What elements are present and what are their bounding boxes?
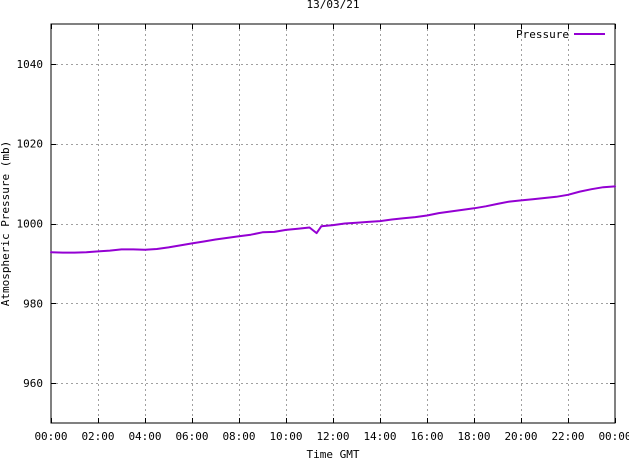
x-tick-label: 06:00 [175, 430, 208, 443]
x-tick-label: 04:00 [128, 430, 161, 443]
x-tick-label: 22:00 [551, 430, 584, 443]
y-tick-label: 960 [23, 377, 43, 390]
x-tick-label: 18:00 [457, 430, 490, 443]
legend-label: Pressure [516, 28, 569, 41]
y-tick-label: 1000 [17, 218, 44, 231]
pressure-chart: 00:00 02:00 04:00 06:00 08:00 10:00 12:00 14:00… [0, 0, 629, 459]
x-tick-label: 10:00 [269, 430, 302, 443]
legend: Pressure [516, 28, 605, 41]
x-tick-label: 16:00 [410, 430, 443, 443]
y-tick-label: 1040 [17, 58, 44, 71]
x-tick-label: 20:00 [504, 430, 537, 443]
x-axis-label: Time GMT [307, 448, 360, 459]
x-tick-label: 14:00 [363, 430, 396, 443]
x-tick-label: 12:00 [316, 430, 349, 443]
chart-title: 13/03/21 [307, 0, 360, 11]
x-tick-label: 02:00 [81, 430, 114, 443]
plot-frame [51, 24, 615, 423]
y-tick-label: 980 [23, 297, 43, 310]
x-tick-label: 00:00 [34, 430, 67, 443]
y-tick-label: 1020 [17, 138, 44, 151]
grid [51, 24, 615, 423]
axis-ticks: 00:00 02:00 04:00 06:00 08:00 10:00 12:00 14:00… [17, 24, 629, 443]
x-tick-label: 08:00 [222, 430, 255, 443]
x-tick-label: 00:00 [598, 430, 629, 443]
chart-canvas: 00:00 02:00 04:00 06:00 08:00 10:00 12:00 14:00… [0, 0, 629, 459]
y-axis-label: Atmospheric Pressure (mb) [0, 141, 12, 307]
